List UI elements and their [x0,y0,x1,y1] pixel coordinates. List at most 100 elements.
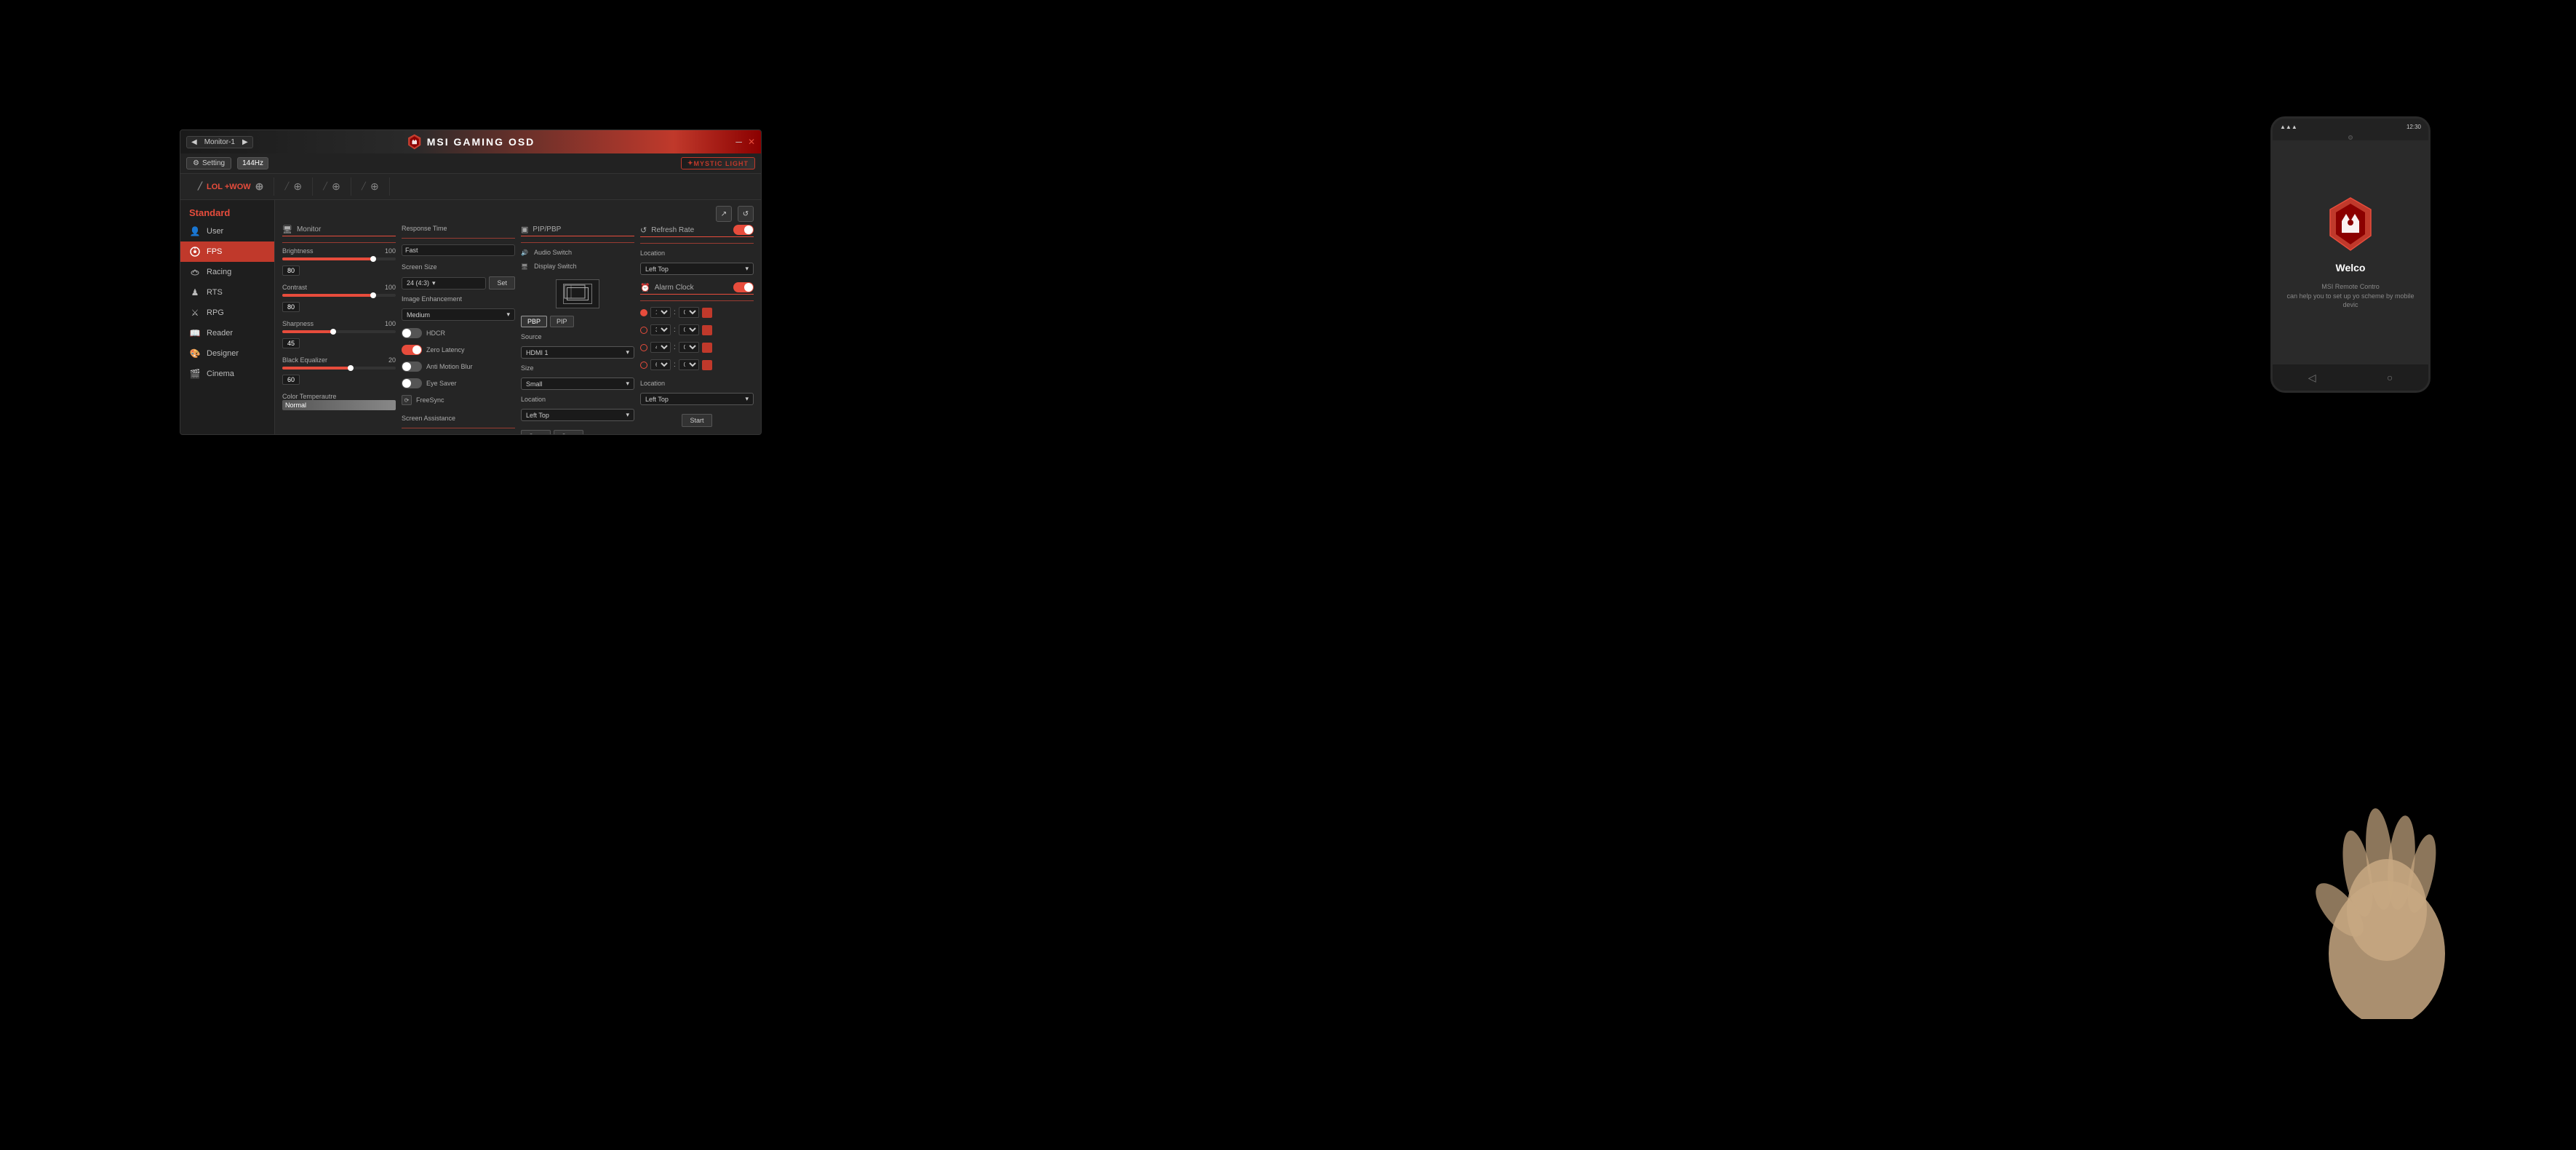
contrast-label: Contrast 100 [282,284,396,291]
export-button[interactable]: ↗ [716,206,732,222]
phone-home-button[interactable]: ○ [2387,372,2393,383]
alarm-h-4[interactable]: 60 [650,359,671,370]
chevron-down-icon: ▾ [432,279,436,287]
pbp-pip-tabs: PBP PIP [521,316,634,327]
size-chevron-icon: ▾ [626,380,629,388]
sidebar-item-user[interactable]: 👤 User [180,221,274,241]
alarm-h-3[interactable]: 45 [650,342,671,353]
response-time-input[interactable] [402,244,515,256]
alarm-radio-3[interactable] [640,344,647,351]
pip-location-dropdown[interactable]: Left Top ▾ [521,409,634,421]
sidebar-item-rpg[interactable]: ⚔ RPG [180,303,274,323]
alarm-radio-2[interactable] [640,327,647,334]
sidebar-item-designer[interactable]: 🎨 Designer [180,343,274,364]
pip-stop-button[interactable]: Stop [554,430,583,435]
rr-location-dropdown[interactable]: Left Top ▾ [640,263,754,275]
alarm-radio-1[interactable] [640,309,647,316]
anti-motion-toggle[interactable] [402,362,422,372]
alarm-h-1[interactable]: 15 [650,307,671,318]
location-chevron-icon: ▾ [626,411,629,419]
minimize-button[interactable]: ─ [735,137,742,147]
display-switch-row: 🖥 Display Switch [521,263,634,270]
alarm-check-2[interactable] [702,325,712,335]
image-enhancement-dropdown[interactable]: Medium ▾ [402,308,515,321]
mystic-icon: ✦ [687,159,694,167]
pip-location-label: Location [521,396,634,403]
black-eq-value: 60 [282,375,300,385]
screen-size-set-button[interactable]: Set [489,276,515,290]
designer-icon: 🎨 [189,348,201,359]
phone-time: 12:30 [2406,124,2421,130]
add-profile-4-icon[interactable]: ⊕ [370,180,379,193]
phone-back-button[interactable]: ◁ [2308,372,2316,384]
sharpness-track[interactable] [282,330,396,333]
alarm-location-dropdown[interactable]: Left Top ▾ [640,393,754,405]
win-controls: ─ ✕ [735,137,755,147]
alarm-row-2: 30 : 00 [640,324,754,335]
add-profile-3-icon[interactable]: ⊕ [332,180,340,193]
brightness-track[interactable] [282,257,396,260]
sharpness-group: Sharpness 100 45 [282,320,396,349]
alarm-start-button[interactable]: Start [682,414,711,427]
profile-tab-2[interactable]: ╱ ⊕ [274,177,313,196]
alarm-h-2[interactable]: 30 [650,324,671,335]
rts-icon: ♟ [189,287,201,298]
phone-welcome-text: Welco [2336,262,2366,273]
sidebar-item-rts[interactable]: ♟ RTS [180,282,274,303]
nav-arrows[interactable]: ◀ Monitor-1 ▶ [186,136,253,148]
sidebar-item-racing[interactable]: Racing [180,262,274,282]
alarm-radio-4[interactable] [640,362,647,369]
preview-svg [564,284,586,299]
pbp-tab[interactable]: PBP [521,316,547,327]
phone-screen: ▲▲▲ 12:30 Welco [2273,119,2428,391]
close-button[interactable]: ✕ [748,137,755,147]
divider-3 [521,242,634,243]
alarm-toggle[interactable] [733,282,754,292]
pip-pbp-column: ▣ PIP/PBP 🔊 Audio Switch 🖥 Display [521,225,634,435]
rr-toggle[interactable] [733,225,754,235]
alarm-check-3[interactable] [702,343,712,353]
screen-size-dropdown[interactable]: 24 (4:3) ▾ [402,277,486,290]
setting-button[interactable]: ⚙ Setting [186,157,231,169]
profile-tab-active[interactable]: ╱ LOL +WOW ⊕ [188,177,274,196]
hz-badge: 144Hz [237,157,268,169]
pip-pbp-section-header: ▣ PIP/PBP [521,225,634,236]
pip-start-button[interactable]: Start [521,430,551,435]
zero-latency-toggle[interactable] [402,345,422,355]
sidebar-item-fps[interactable]: FPS [180,241,274,262]
alarm-m-4[interactable]: 00 [679,359,699,370]
black-eq-track[interactable] [282,367,396,370]
sharpness-value: 45 [282,338,300,348]
anti-motion-label: Anti Motion Blur [426,363,473,370]
reset-button[interactable]: ↺ [738,206,754,222]
hdcr-toggle[interactable] [402,328,422,338]
freesync-row: ⟳ FreeSync [402,395,515,405]
next-monitor-icon[interactable]: ▶ [242,138,248,146]
alarm-m-1[interactable]: 00 [679,307,699,318]
alarm-m-2[interactable]: 00 [679,324,699,335]
alarm-colon-2: : [674,326,676,334]
profile-tab-3[interactable]: ╱ ⊕ [313,177,351,196]
sidebar-item-cinema[interactable]: 🎬 Cinema [180,364,274,384]
source-dropdown[interactable]: HDMI 1 ▾ [521,346,634,359]
audio-icon: 🔊 [521,249,528,256]
prev-monitor-icon[interactable]: ◀ [191,138,197,146]
pip-buttons: Start Stop [521,430,634,435]
eye-saver-toggle-knob [402,379,411,388]
alarm-check-1[interactable] [702,308,712,318]
add-profile-icon[interactable]: ⊕ [255,180,264,193]
eye-saver-toggle[interactable] [402,378,422,388]
profile-tab-4[interactable]: ╱ ⊕ [351,177,390,196]
color-temp-group: Color Temperautre Normal [282,393,396,410]
pip-tab[interactable]: PIP [550,316,574,327]
alarm-row-1: 15 : 00 [640,307,754,318]
add-profile-2-icon[interactable]: ⊕ [293,180,302,193]
contrast-track[interactable] [282,294,396,297]
sidebar-item-reader[interactable]: 📖 Reader [180,323,274,343]
phone-msi-logo [2321,195,2380,253]
size-dropdown[interactable]: Small ▾ [521,378,634,390]
hand-svg [2285,764,2489,1019]
alarm-m-3[interactable]: 00 [679,342,699,353]
anti-motion-row: Anti Motion Blur [402,362,515,372]
alarm-check-4[interactable] [702,360,712,370]
